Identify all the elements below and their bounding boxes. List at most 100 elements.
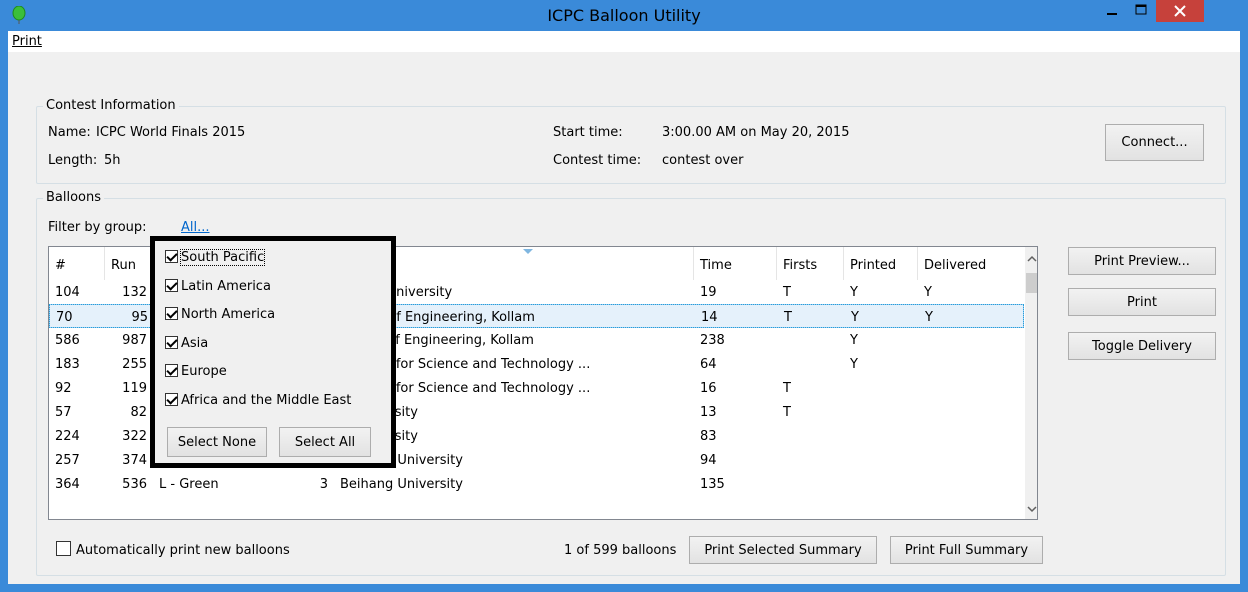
toggle-delivery-button[interactable]: Toggle Delivery	[1068, 332, 1216, 360]
scroll-up-icon[interactable]	[1025, 251, 1037, 267]
group-checkbox[interactable]: Europe	[165, 361, 227, 383]
col-header-delivered[interactable]: Delivered	[918, 247, 1024, 280]
col-header-number[interactable]: #	[49, 247, 105, 280]
cell-problem: L - Green	[159, 477, 219, 492]
select-all-button[interactable]: Select All	[279, 427, 371, 457]
cell-firsts: T	[783, 405, 791, 420]
app-window: ICPC Balloon Utility Print Contest Infor…	[0, 0, 1248, 592]
group-checkbox[interactable]: Latin America	[165, 276, 271, 298]
col-header-firsts[interactable]: Firsts	[777, 247, 844, 280]
cell-count: 3	[319, 477, 328, 492]
cell-delivered	[918, 448, 1024, 472]
group-checkbox[interactable]: Asia	[165, 333, 208, 355]
cell-printed: Y	[850, 285, 858, 300]
cell-printed	[844, 424, 918, 448]
cell-number: 257	[55, 453, 80, 468]
cell-run: 82	[130, 405, 147, 420]
cell-printed: Y	[851, 310, 859, 325]
cell-delivered	[918, 472, 1024, 496]
filter-label: Filter by group:	[48, 220, 147, 235]
checkbox-check-icon[interactable]	[165, 307, 178, 320]
cell-time: 64	[700, 357, 717, 372]
close-button[interactable]	[1156, 0, 1204, 22]
scroll-thumb[interactable]	[1026, 273, 1037, 293]
auto-print-checkbox[interactable]: Automatically print new balloons	[56, 541, 290, 559]
cell-firsts: T	[783, 381, 791, 396]
cell-time: 94	[700, 453, 717, 468]
cell-run: 132	[122, 285, 147, 300]
cell-delivered: Y	[924, 285, 932, 300]
cell-firsts	[777, 424, 844, 448]
checkbox-check-icon[interactable]	[165, 392, 178, 406]
group-filter-popup: South Pacific Latin America North America A…	[150, 236, 396, 468]
checkbox-check-icon[interactable]	[165, 278, 178, 292]
cell-firsts	[777, 328, 844, 352]
cell-delivered	[918, 328, 1024, 352]
cell-printed	[844, 376, 918, 400]
filter-all-link[interactable]: All...	[181, 220, 210, 236]
print-full-summary-button[interactable]: Print Full Summary	[890, 536, 1043, 564]
checkbox-check-icon[interactable]	[165, 364, 178, 377]
maximize-button[interactable]	[1127, 0, 1155, 22]
col-header-run[interactable]: Run	[105, 247, 153, 280]
cell-printed: Y	[850, 357, 858, 372]
table-scrollbar[interactable]	[1025, 247, 1037, 519]
auto-print-checkbox-box[interactable]	[56, 541, 71, 556]
cell-time: 238	[700, 333, 725, 348]
group-checkbox[interactable]: South Pacific	[165, 247, 266, 269]
col-header-time[interactable]: Time	[694, 247, 777, 280]
select-none-button[interactable]: Select None	[167, 427, 267, 457]
cell-run: 255	[122, 357, 147, 372]
print-preview-button[interactable]: Print Preview...	[1068, 247, 1216, 275]
cell-run: 322	[122, 429, 147, 444]
auto-print-label: Automatically print new balloons	[76, 543, 290, 558]
cell-time: 83	[700, 429, 717, 444]
cell-run: 987	[122, 333, 147, 348]
name-label: Name:	[48, 125, 91, 140]
cell-run: 119	[122, 381, 147, 396]
start-time-label: Start time:	[553, 125, 623, 140]
balloons-legend: Balloons	[43, 190, 105, 206]
table-row[interactable]: 364 536 L - Green 3 Beihang University 135	[49, 472, 1024, 496]
cell-delivered	[918, 376, 1024, 400]
cell-firsts	[777, 352, 844, 376]
cell-time: 13	[700, 405, 717, 420]
cell-firsts	[777, 448, 844, 472]
checkbox-check-icon[interactable]	[165, 335, 178, 349]
cell-time: 135	[700, 477, 725, 492]
cell-printed	[844, 472, 918, 496]
balloon-count: 1 of 599 balloons	[564, 543, 677, 558]
print-selected-summary-button[interactable]: Print Selected Summary	[689, 536, 877, 564]
col-header-printed[interactable]: Printed	[844, 247, 918, 280]
cell-number: 224	[55, 429, 80, 444]
title-bar[interactable]: ICPC Balloon Utility	[0, 0, 1248, 31]
length-label: Length:	[48, 153, 98, 168]
cell-printed	[844, 400, 918, 424]
menu-print[interactable]: Print	[8, 31, 46, 52]
cell-delivered	[918, 424, 1024, 448]
contest-info-group: Contest Information	[36, 98, 1226, 184]
cell-number: 183	[55, 357, 80, 372]
checkbox-check-icon[interactable]	[165, 250, 178, 263]
minimize-icon	[1107, 13, 1117, 15]
name-value: ICPC World Finals 2015	[96, 125, 246, 140]
print-button[interactable]: Print	[1068, 288, 1216, 316]
cell-time: 16	[700, 381, 717, 396]
window-title: ICPC Balloon Utility	[547, 6, 701, 25]
connect-button[interactable]: Connect...	[1105, 124, 1204, 161]
cell-delivered	[918, 352, 1024, 376]
cell-number: 92	[55, 381, 72, 396]
group-checkbox[interactable]: Africa and the Middle East	[165, 390, 351, 412]
minimize-button[interactable]	[1098, 0, 1126, 22]
cell-number: 364	[55, 477, 80, 492]
cell-run: 374	[122, 453, 147, 468]
close-icon	[1174, 5, 1186, 17]
contest-time-label: Contest time:	[553, 153, 642, 168]
cell-run: 536	[122, 477, 147, 492]
sort-arrow-icon	[523, 249, 533, 254]
cell-firsts	[777, 472, 844, 496]
group-checkbox[interactable]: North America	[165, 304, 275, 326]
group-checkbox-label: Asia	[181, 335, 209, 351]
length-value: 5h	[104, 153, 121, 168]
scroll-down-icon[interactable]	[1025, 501, 1037, 517]
